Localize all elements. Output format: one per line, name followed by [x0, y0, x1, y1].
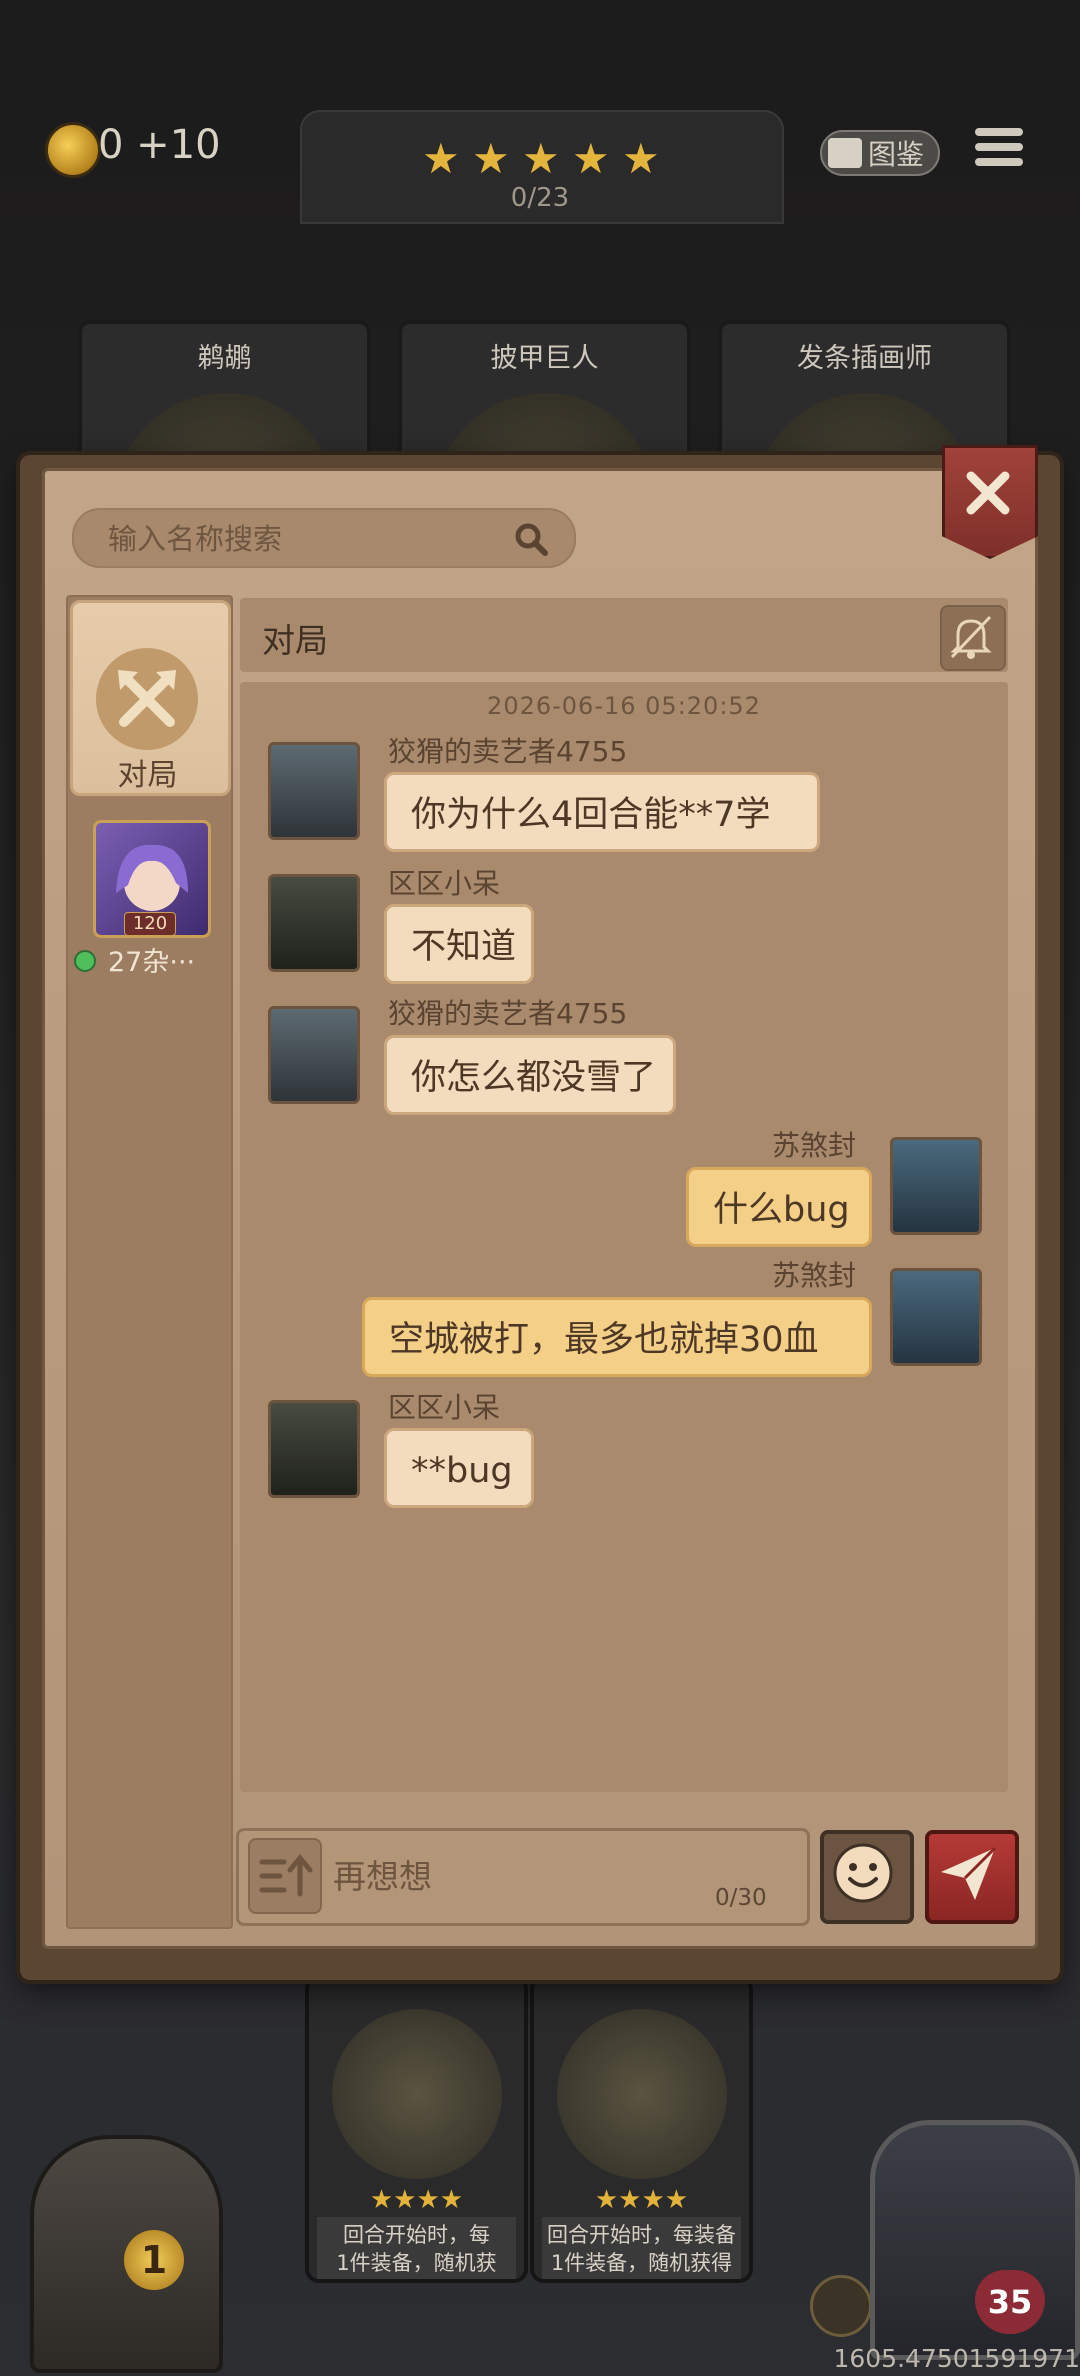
crossed-swords-icon	[96, 648, 198, 750]
coin-counter: 0 +10	[98, 122, 221, 168]
search-bar	[72, 508, 576, 568]
card-name: 鹈鹕	[197, 343, 252, 374]
card-description: 回合开始时，每装备 1件装备，随机获得 1张器术牌	[542, 2217, 741, 2279]
hand-card[interactable]: ★★★★ 回合开始时，每装备 1件装备，随机获得 1张器术牌	[530, 1975, 753, 2283]
search-icon[interactable]	[514, 522, 548, 556]
avatar[interactable]	[268, 742, 360, 840]
debug-coordinate: 1605.47501591971	[833, 2344, 1080, 2373]
hp-heart-icon: 35	[975, 2270, 1045, 2334]
avatar[interactable]	[890, 1268, 982, 1366]
avatar[interactable]	[890, 1137, 982, 1235]
hero-portrait[interactable]	[870, 2120, 1080, 2360]
message-bubble: 你为什么4回合能**7学	[384, 772, 820, 852]
card-stars: ★★★★	[369, 2185, 464, 2215]
star-icon: ★	[422, 134, 460, 183]
message-sender: 苏煞封	[771, 1129, 856, 1162]
message-bubble: **bug	[384, 1428, 534, 1508]
emoji-button[interactable]	[820, 1830, 914, 1924]
card-stars: ★★★★	[594, 2185, 689, 2215]
message-sender: 狡猾的卖艺者4755	[388, 997, 628, 1030]
coin-icon	[45, 122, 101, 178]
paper-plane-icon	[941, 1846, 997, 1900]
message-sender: 狡猾的卖艺者4755	[388, 735, 628, 768]
message-bubble: 空城被打，最多也就掉30血	[362, 1297, 872, 1377]
smiley-icon	[833, 1843, 893, 1903]
message-sender: 区区小呆	[388, 1391, 501, 1424]
progress-counter: 0/23	[510, 183, 570, 213]
send-button[interactable]	[925, 1830, 1019, 1924]
message-sender: 苏煞封	[771, 1259, 856, 1292]
star-icon: ★	[522, 134, 560, 183]
quick-phrase-icon	[259, 1854, 313, 1897]
card-description: 回合开始时，每 1件装备，随机获 1张器术牌	[317, 2217, 516, 2279]
message-sender: 区区小呆	[388, 867, 501, 900]
avatar[interactable]	[268, 874, 360, 972]
search-input[interactable]	[106, 510, 500, 568]
message-input-bar	[236, 1828, 810, 1926]
star-icon: ★	[622, 134, 660, 183]
quick-phrase-button[interactable]	[248, 1838, 322, 1914]
message-input[interactable]	[331, 1841, 695, 1911]
avatar[interactable]	[268, 1400, 360, 1498]
chat-header	[240, 598, 1008, 672]
card-portrait	[331, 2009, 502, 2179]
book-icon	[828, 138, 862, 168]
contact-level-badge: 120	[124, 912, 176, 936]
hand-card[interactable]: ★★★★ 回合开始时，每 1件装备，随机获 1张器术牌	[305, 1975, 528, 2283]
helmet-icon[interactable]	[810, 2275, 872, 2337]
message-bubble: 不知道	[384, 904, 534, 984]
card-name: 发条插画师	[797, 343, 932, 374]
close-button[interactable]	[942, 445, 1038, 559]
chat-title: 对局	[262, 621, 328, 660]
chat-timestamp: 2026-06-16 05:20:52	[487, 692, 761, 720]
contact-name: 27杂···	[108, 947, 196, 978]
card-portrait	[556, 2009, 727, 2179]
message-bubble: 你怎么都没雪了	[384, 1035, 676, 1115]
close-icon	[966, 471, 1010, 515]
star-icon: ★	[472, 134, 510, 183]
star-icon: ★	[572, 134, 610, 183]
message-bubble: 什么bug	[686, 1167, 872, 1247]
bell-muted-icon	[950, 615, 992, 659]
menu-icon[interactable]	[975, 128, 1023, 174]
card-name: 披甲巨人	[490, 343, 599, 374]
tab-match-label: 对局	[117, 758, 178, 793]
avatar[interactable]	[268, 1006, 360, 1104]
char-counter: 0/30	[715, 1885, 767, 1911]
mute-notifications-button[interactable]	[940, 605, 1006, 671]
chest-count-badge: 1	[124, 2230, 184, 2290]
online-status-indicator	[74, 950, 96, 972]
